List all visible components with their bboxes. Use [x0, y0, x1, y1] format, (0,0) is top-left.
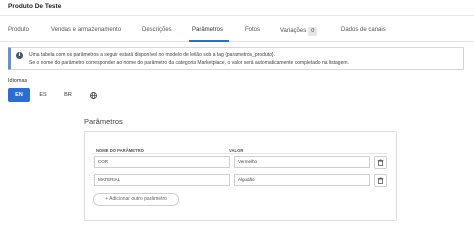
info-text-line-2: Se o nome do parâmetro corresponder ao n…	[29, 60, 349, 66]
language-switcher: EN ES BR	[8, 88, 105, 102]
parameter-name-input[interactable]: MATERIAL	[94, 174, 230, 186]
parameter-name-input[interactable]: COR	[94, 156, 230, 168]
trash-icon	[377, 159, 384, 166]
add-parameter-button[interactable]: + Adicionar outro parâmetro	[93, 193, 179, 206]
parameter-value-input[interactable]: Vermelho	[234, 156, 370, 168]
header-divider	[92, 153, 388, 154]
language-en-button[interactable]: EN	[8, 88, 30, 102]
active-tab-indicator	[189, 40, 229, 42]
language-br-button[interactable]: BR	[56, 88, 80, 102]
tab-bar: Produto Vendas e armazenamento Descriçõe…	[0, 22, 474, 42]
tab-variacoes-label: Variações	[280, 28, 307, 34]
page-title: Produto De Teste	[8, 3, 62, 10]
tab-dados-de-canais[interactable]: Dados de canais	[341, 27, 386, 33]
info-banner: i Uma tabela com os parâmetros a seguir …	[8, 47, 464, 70]
variacoes-count-badge: 0	[308, 27, 318, 36]
tab-produto[interactable]: Produto	[8, 27, 29, 33]
parameters-title: Parâmetros	[84, 117, 123, 126]
tab-fotos[interactable]: Fotos	[245, 27, 260, 33]
delete-row-button[interactable]	[374, 156, 387, 169]
delete-row-button[interactable]	[374, 174, 387, 187]
trash-icon	[377, 177, 384, 184]
globe-icon	[89, 91, 97, 99]
globe-button[interactable]	[81, 88, 105, 102]
tab-vendas-e-armazenamento[interactable]: Vendas e armazenamento	[51, 27, 121, 33]
title-divider	[0, 15, 474, 16]
tab-variacoes[interactable]: Variações 0	[280, 27, 318, 36]
tab-descricoes[interactable]: Descrições	[142, 27, 172, 33]
tab-parametros[interactable]: Parâmetros	[192, 27, 223, 33]
drag-handle-icon[interactable]: ⋮⋮	[87, 158, 96, 165]
drag-handle-icon[interactable]: ⋮⋮	[87, 176, 96, 183]
info-icon: i	[16, 52, 23, 59]
info-text-line-1: Uma tabela com os parâmetros a seguir es…	[29, 52, 275, 58]
parameter-value-input[interactable]: Algodão	[234, 174, 370, 186]
languages-label: Idiomas	[8, 78, 28, 84]
language-es-button[interactable]: ES	[31, 88, 55, 102]
